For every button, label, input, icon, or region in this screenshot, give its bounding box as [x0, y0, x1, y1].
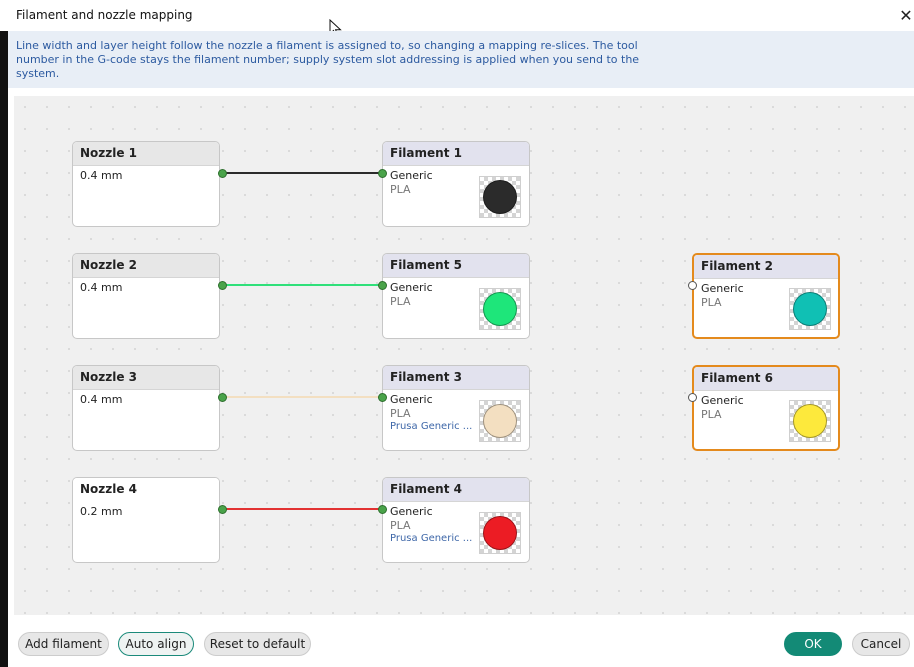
- nozzle-node-4[interactable]: Nozzle 4 0.2 mm: [72, 477, 220, 563]
- filament-vendor: Generic: [390, 393, 433, 406]
- filament-type: PLA: [701, 408, 722, 421]
- filament-port-3[interactable]: [378, 393, 387, 402]
- filament-color-circle: [793, 404, 827, 438]
- filament-color-swatch[interactable]: [789, 400, 831, 442]
- add-filament-button[interactable]: Add filament: [18, 632, 109, 656]
- reset-to-default-button[interactable]: Reset to default: [204, 632, 311, 656]
- filament-label: Filament 5: [390, 258, 462, 272]
- nozzle-node-3[interactable]: Nozzle 3 0.4 mm: [72, 365, 220, 451]
- nozzle-label: Nozzle 1: [80, 146, 138, 160]
- filament-label: Filament 2: [701, 259, 773, 273]
- filament-type: PLA: [390, 183, 411, 196]
- filament-vendor: Generic: [701, 282, 744, 295]
- filament-label: Filament 3: [390, 370, 462, 384]
- filament-type: PLA: [390, 519, 411, 532]
- filament-node-5[interactable]: Filament 5 Generic PLA: [382, 253, 530, 339]
- ok-button[interactable]: OK: [784, 632, 842, 656]
- filament-port-2[interactable]: [688, 281, 697, 290]
- filament-vendor: Generic: [390, 281, 433, 294]
- info-banner: Line width and layer height follow the n…: [8, 31, 914, 88]
- filament-node-3[interactable]: Filament 3 Generic PLA Prusa Generic ...: [382, 365, 530, 451]
- filament-label: Filament 1: [390, 146, 462, 160]
- filament-type: PLA: [701, 296, 722, 309]
- auto-align-button[interactable]: Auto align: [118, 632, 194, 656]
- filament-color-swatch[interactable]: [789, 288, 831, 330]
- filament-color-swatch[interactable]: [479, 512, 521, 554]
- filament-port-4[interactable]: [378, 505, 387, 514]
- filament-color-circle: [483, 516, 517, 550]
- filament-color-circle: [483, 180, 517, 214]
- nozzle-size: 0.2 mm: [80, 505, 123, 518]
- filament-vendor: Generic: [701, 394, 744, 407]
- nozzle-port-2[interactable]: [218, 281, 227, 290]
- filament-profile: Prusa Generic ...: [390, 421, 473, 432]
- filament-color-swatch[interactable]: [479, 176, 521, 218]
- cancel-button[interactable]: Cancel: [852, 632, 910, 656]
- filament-node-6[interactable]: Filament 6 Generic PLA: [692, 365, 840, 451]
- dialog-title: Filament and nozzle mapping: [16, 8, 193, 22]
- nozzle-label: Nozzle 4: [80, 482, 138, 496]
- info-text: Line width and layer height follow the n…: [16, 39, 640, 80]
- filament-node-1[interactable]: Filament 1 Generic PLA: [382, 141, 530, 227]
- filament-label: Filament 4: [390, 482, 462, 496]
- filament-port-6[interactable]: [688, 393, 697, 402]
- nozzle-size: 0.4 mm: [80, 169, 123, 182]
- nozzle-port-3[interactable]: [218, 393, 227, 402]
- filament-type: PLA: [390, 295, 411, 308]
- filament-color-circle: [793, 292, 827, 326]
- filament-color-circle: [483, 404, 517, 438]
- filament-node-4[interactable]: Filament 4 Generic PLA Prusa Generic ...: [382, 477, 530, 563]
- window-edge: [0, 31, 8, 667]
- filament-port-5[interactable]: [378, 281, 387, 290]
- filament-color-swatch[interactable]: [479, 288, 521, 330]
- mapping-dialog: Filament and nozzle mapping ✕ Line width…: [0, 0, 914, 667]
- nozzle-port-1[interactable]: [218, 169, 227, 178]
- nozzle-label: Nozzle 2: [80, 258, 138, 272]
- nozzle-label: Nozzle 3: [80, 370, 138, 384]
- nozzle-port-4[interactable]: [218, 505, 227, 514]
- filament-vendor: Generic: [390, 505, 433, 518]
- filament-type: PLA: [390, 407, 411, 420]
- filament-profile: Prusa Generic ...: [390, 533, 473, 544]
- nozzle-node-2[interactable]: Nozzle 2 0.4 mm: [72, 253, 220, 339]
- nozzle-node-1[interactable]: Nozzle 1 0.4 mm: [72, 141, 220, 227]
- nozzle-size: 0.4 mm: [80, 393, 123, 406]
- nozzle-size: 0.4 mm: [80, 281, 123, 294]
- filament-label: Filament 6: [701, 371, 773, 385]
- filament-node-2[interactable]: Filament 2 Generic PLA: [692, 253, 840, 339]
- filament-vendor: Generic: [390, 169, 433, 182]
- filament-color-swatch[interactable]: [479, 400, 521, 442]
- mapping-canvas[interactable]: Nozzle 1 0.4 mm Nozzle 2 0.4 mm Nozzle 3…: [14, 96, 914, 615]
- close-icon[interactable]: ✕: [896, 7, 914, 27]
- filament-port-1[interactable]: [378, 169, 387, 178]
- filament-color-circle: [483, 292, 517, 326]
